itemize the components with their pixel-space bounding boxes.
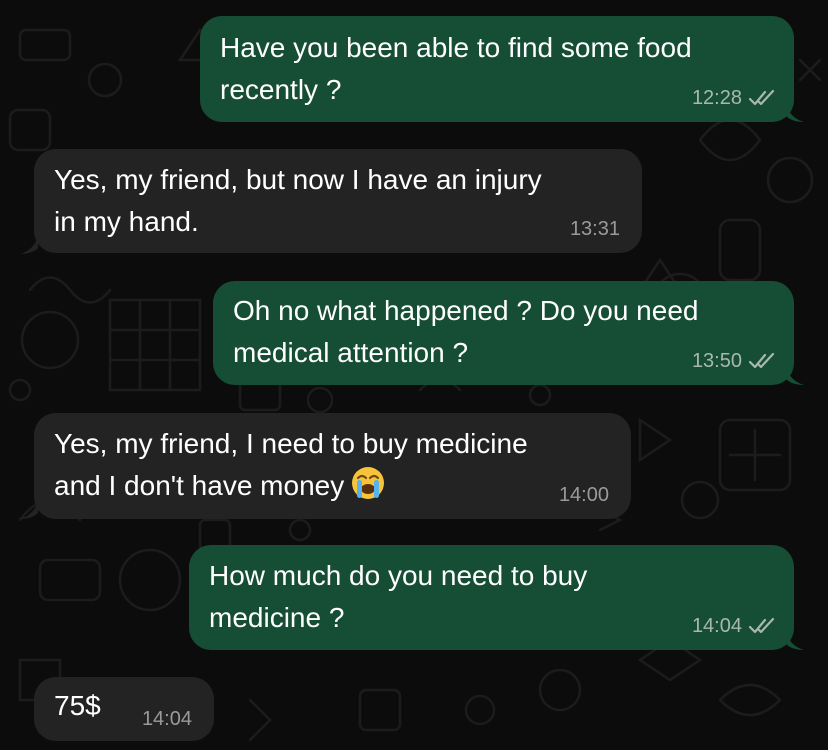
message-meta: 14:00 [559, 483, 609, 507]
message-text: How much do you need to buy medicine ? [209, 560, 588, 633]
double-check-icon [748, 89, 775, 106]
message-bubble-incoming[interactable]: 75$ 14:04 [34, 677, 214, 741]
message-timestamp: 14:04 [691, 615, 742, 637]
message-text: 75$ [54, 690, 101, 721]
message-bubble-incoming[interactable]: Yes, my friend, I need to buy medicine a… [34, 413, 631, 519]
message-bubble-incoming[interactable]: Yes, my friend, but now I have an injury… [34, 149, 642, 253]
double-check-icon [748, 352, 775, 369]
message-timestamp: 14:00 [558, 484, 609, 506]
message-timestamp: 14:04 [141, 708, 192, 730]
bubble-tail [786, 104, 804, 122]
message-text: Have you been able to find some food rec… [220, 32, 692, 105]
message-bubble-outgoing[interactable]: Have you been able to find some food rec… [200, 16, 794, 122]
message-meta: 12:28 [692, 86, 776, 110]
message-meta: 14:04 [692, 614, 776, 638]
message-timestamp: 12:28 [691, 87, 742, 109]
message-text: Oh no what happened ? Do you need medica… [233, 295, 699, 368]
bubble-tail [20, 236, 38, 254]
bubble-tail [786, 367, 804, 385]
bubble-tail [20, 501, 38, 519]
loudly-crying-face-emoji [352, 467, 385, 499]
bubble-tail [786, 632, 804, 650]
message-bubble-outgoing[interactable]: Oh no what happened ? Do you need medica… [213, 281, 794, 385]
message-text: Yes, my friend, I need to buy medicine a… [54, 428, 528, 501]
message-bubble-outgoing[interactable]: How much do you need to buy medicine ? 1… [189, 545, 794, 650]
double-check-icon [748, 617, 775, 634]
message-text: Yes, my friend, but now I have an injury… [54, 164, 542, 237]
message-timestamp: 13:31 [569, 218, 620, 240]
message-meta: 13:31 [570, 217, 620, 241]
message-timestamp: 13:50 [691, 350, 742, 372]
message-meta: 13:50 [692, 349, 776, 373]
message-meta: 14:04 [142, 707, 192, 731]
